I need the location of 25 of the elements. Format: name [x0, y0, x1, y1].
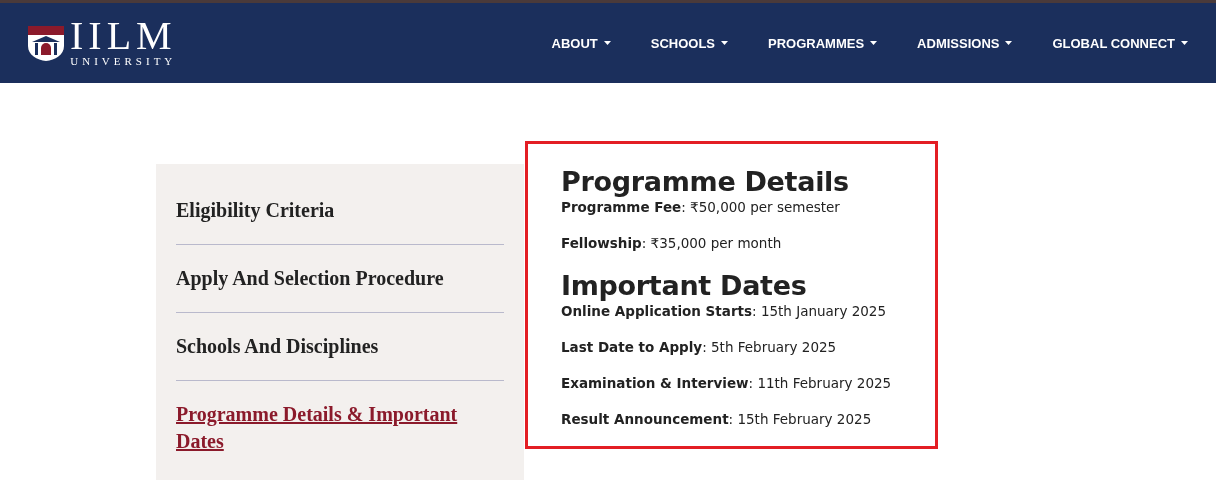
caret-icon: [870, 41, 878, 45]
logo-name: IILM: [70, 18, 177, 54]
detail-line: Result Announcement: 15th February 2025: [561, 410, 873, 429]
section-heading: Important Dates: [561, 270, 808, 302]
caret-icon: [603, 41, 611, 45]
detail-line: Fellowship: ₹35,000 per month: [561, 234, 783, 253]
nav-menu-item[interactable]: ADMISSIONS: [917, 35, 1013, 51]
detail-line: Programme Fee: ₹50,000 per semester: [561, 198, 841, 217]
nav-menu-item[interactable]: SCHOOLS: [650, 35, 729, 51]
sidebar-link[interactable]: Eligibility Criteria: [176, 177, 504, 245]
logo-subtitle: UNIVERSITY: [70, 54, 177, 68]
nav-menu-item[interactable]: PROGRAMMES: [768, 35, 878, 51]
nav-menu-item[interactable]: ABOUT: [551, 35, 611, 51]
nav-menu-item[interactable]: GLOBAL CONNECT: [1052, 35, 1188, 51]
detail-line: Last Date to Apply: 5th February 2025: [561, 338, 838, 357]
detail-line: Online Application Starts: 15th January 2025: [561, 302, 888, 321]
section-heading: Programme Details: [561, 166, 850, 198]
sidebar-link[interactable]: Schools And Disciplines: [176, 313, 504, 381]
caret-icon: [721, 41, 729, 45]
detail-line: Examination & Interview: 11th February 2025: [561, 374, 893, 393]
caret-icon: [1005, 41, 1013, 45]
sidebar-link[interactable]: Programme Details & Important Dates: [176, 381, 504, 475]
shield-logo-icon: [26, 24, 66, 62]
sidebar-link[interactable]: Apply And Selection Procedure: [176, 245, 504, 313]
caret-icon: [1181, 41, 1188, 45]
